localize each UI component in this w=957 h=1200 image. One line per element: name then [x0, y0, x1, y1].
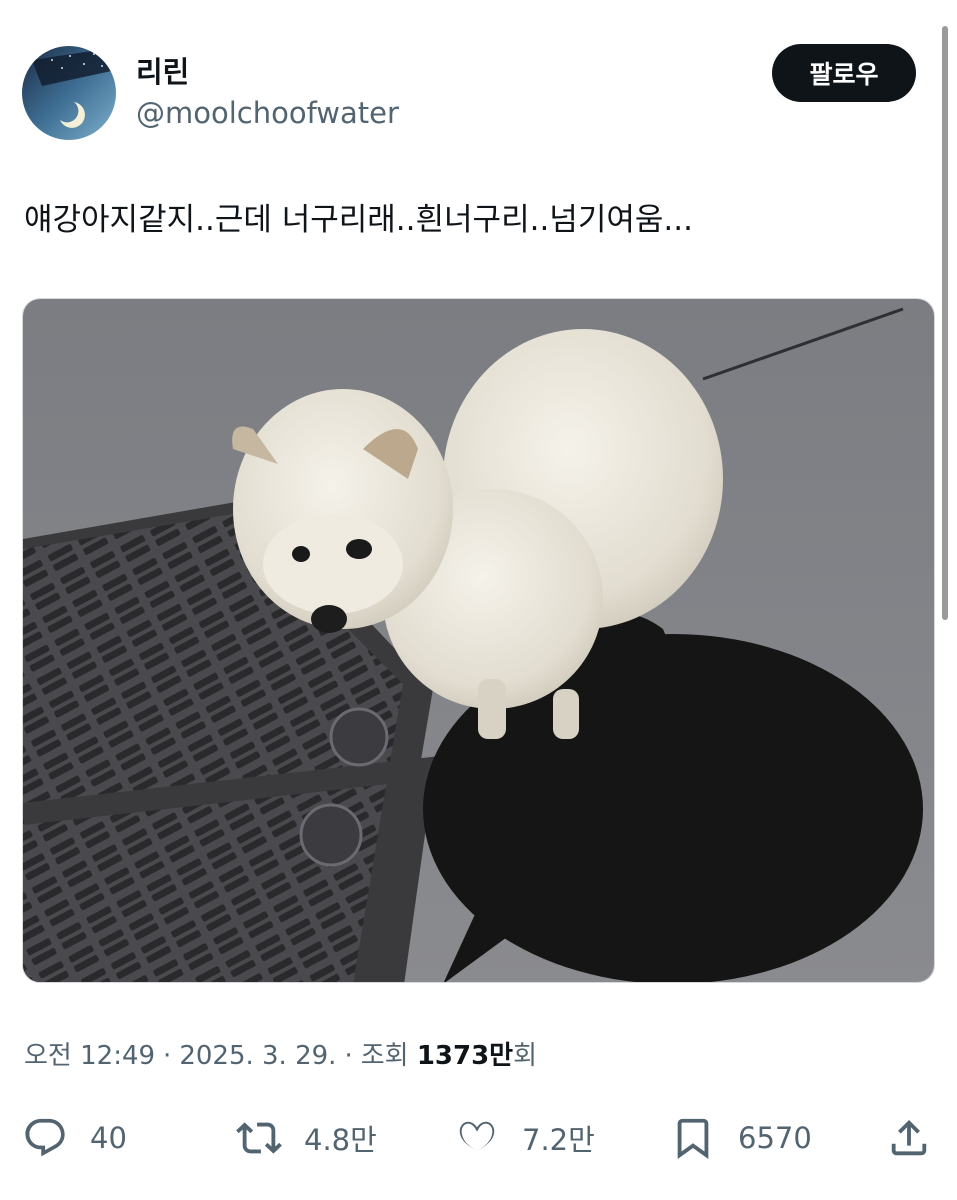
views-label: 조회	[360, 1041, 409, 1071]
bookmark-count: 6570	[738, 1121, 812, 1155]
photo-white-raccoon-dog-icon	[23, 299, 934, 982]
avatar[interactable]	[22, 46, 116, 140]
bookmark-icon	[677, 1118, 709, 1159]
scrollbar[interactable]	[942, 26, 948, 620]
like-count: 7.2만	[522, 1123, 595, 1157]
heart-icon	[459, 1121, 495, 1151]
reply-icon	[25, 1118, 65, 1157]
follow-button[interactable]: 팔로우	[772, 44, 916, 102]
tweet-date[interactable]: 2025. 3. 29.	[179, 1041, 336, 1071]
tweet-time[interactable]: 오전 12:49	[24, 1041, 155, 1071]
share-button[interactable]	[886, 1110, 932, 1166]
reply-count: 40	[90, 1121, 127, 1155]
views-suffix: 회	[513, 1041, 538, 1071]
repost-icon	[236, 1122, 282, 1154]
tweet-actions: 40 4.8만 7.2만 6570	[0, 1110, 957, 1166]
repost-count: 4.8만	[304, 1123, 377, 1157]
meta-separator: ·	[163, 1041, 172, 1071]
tweet-photo[interactable]	[22, 298, 935, 983]
moon-night-avatar-icon	[22, 46, 116, 140]
bookmark-button[interactable]: 6570	[670, 1110, 812, 1166]
tweet-text: 얘강아지같지..근데 너구리래..흰너구리..넘기여움...	[24, 202, 693, 238]
like-button[interactable]: 7.2만	[454, 1110, 595, 1166]
share-icon	[891, 1119, 927, 1156]
user-handle[interactable]: @moolchoofwater	[136, 95, 399, 131]
meta-separator: ·	[344, 1041, 353, 1071]
repost-button[interactable]: 4.8만	[236, 1110, 377, 1166]
views-count: 1373만	[416, 1041, 514, 1071]
tweet-meta: 오전 12:49 · 2025. 3. 29. · 조회 1373만회	[24, 1038, 537, 1074]
display-name[interactable]: 리린	[136, 54, 189, 90]
reply-button[interactable]: 40	[22, 1110, 127, 1166]
